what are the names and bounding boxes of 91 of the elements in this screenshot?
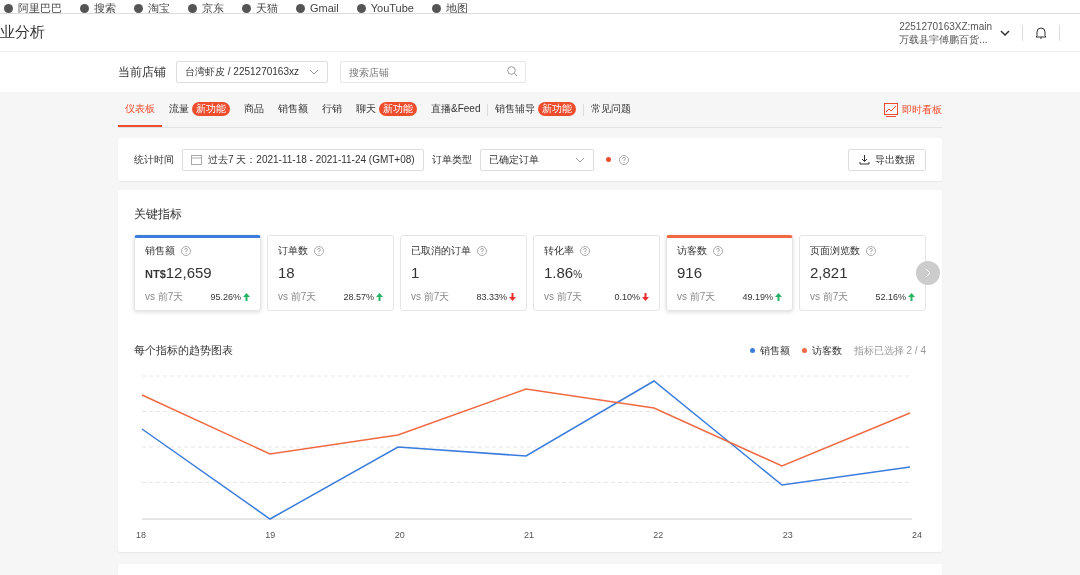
help-icon (713, 246, 723, 256)
order-type-select[interactable]: 已确定订单 (479, 148, 594, 171)
change-value: 28.57% (343, 292, 374, 302)
new-badge: 新功能 (192, 101, 230, 116)
metric-card[interactable]: 访客数 916 vs 前7天 49.19% (666, 235, 793, 311)
change-value: 52.16% (875, 292, 906, 302)
axis-label: 21 (524, 530, 534, 540)
help-icon (314, 246, 324, 256)
compare-label: vs 前7天 (278, 290, 317, 304)
compare-label: vs 前7天 (411, 290, 450, 304)
chevron-right-icon (925, 268, 931, 278)
legend-item: 销售额 (749, 343, 790, 358)
tab[interactable]: 聊天 新功能 (349, 92, 424, 127)
metric-value: 916 (677, 264, 704, 281)
metric-card[interactable]: 销售额 NT$12,659 vs 前7天 95.26% (134, 235, 261, 311)
new-badge: 新功能 (379, 101, 417, 116)
bookmark[interactable]: 天猫 (242, 3, 278, 13)
metric-card[interactable]: 页面浏览数 2,821 vs 前7天 52.16% (799, 235, 926, 311)
tab[interactable]: 常见问题 (584, 92, 639, 127)
section-title: 关键指标 (134, 206, 183, 223)
help-icon (618, 154, 629, 165)
bookmark[interactable]: 地图 (431, 3, 468, 13)
bookmark[interactable]: 京东 (188, 3, 224, 13)
compare-label: vs 前7天 (544, 290, 583, 304)
change-value: 95.26% (210, 292, 241, 302)
metric-label: 销售额 (145, 244, 175, 258)
line-chart-icon (884, 102, 898, 117)
order-type-label: 订单类型 (431, 152, 472, 167)
new-badge: 新功能 (538, 101, 577, 116)
help-icon (477, 246, 487, 256)
bookmark[interactable]: Gmail (296, 3, 339, 13)
bell-icon[interactable] (1035, 26, 1047, 39)
shop-name: 万载县宇傅鹏百货... (899, 32, 989, 46)
download-icon (859, 154, 870, 165)
tab[interactable]: 仪表板 (118, 92, 162, 127)
change-value: 83.33% (476, 292, 507, 302)
metric-value: 18 (278, 264, 296, 281)
axis-label: 22 (653, 530, 664, 540)
search-field[interactable]: 搜索店铺 (340, 61, 526, 83)
metric-card[interactable]: 订单数 18 vs 前7天 28.57% (267, 235, 394, 311)
axis-label: 20 (394, 530, 405, 540)
tab[interactable]: 行销 (315, 92, 349, 127)
axis-label: 23 (782, 530, 793, 540)
tab[interactable]: 销售辅导 新功能 (488, 92, 584, 127)
metric-value: 2,821 (810, 264, 849, 281)
metric-label: 访客数 (677, 244, 707, 258)
metric-label: 已取消的订单 (411, 244, 471, 258)
metric-label: 订单数 (278, 244, 308, 258)
chevron-down-icon (309, 69, 319, 75)
store-select[interactable]: 台湾虾皮 / 2251270163xz (176, 61, 328, 83)
bookmark[interactable]: 阿里巴巴 (4, 3, 62, 13)
compare-label: vs 前7天 (145, 290, 184, 304)
legend-item: 访客数 (801, 343, 842, 358)
metric-value: 1 (411, 264, 421, 281)
selected-count: 指标已选择 2 / 4 (853, 343, 926, 358)
metric-value: NT$12,659 (145, 264, 213, 281)
help-icon (181, 246, 191, 256)
bookmark[interactable]: YouTube (356, 3, 414, 13)
export-button[interactable]: 导出数据 (848, 148, 926, 171)
metric-label: 转化率 (544, 244, 574, 258)
metric-card[interactable]: 已取消的订单 1 vs 前7天 83.33% (400, 235, 527, 311)
metric-label: 页面浏览数 (810, 244, 860, 258)
time-label: 统计时间 (134, 152, 174, 167)
axis-label: 24 (911, 530, 922, 540)
change-value: 0.10% (614, 292, 640, 302)
account-id: 2251270163XZ:main (899, 19, 992, 33)
help-icon (866, 246, 876, 256)
bookmark[interactable]: 搜索 (80, 3, 116, 13)
tab[interactable]: 流量 新功能 (162, 92, 237, 127)
date-range-picker[interactable]: 过去7 天：2021-11-18 - 2021-11-24 (GMT+08) (182, 148, 424, 171)
search-icon (507, 66, 518, 77)
help-icon (580, 246, 590, 256)
axis-label: 18 (136, 530, 146, 540)
compare-label: vs 前7天 (810, 290, 849, 304)
change-value: 49.19% (742, 292, 773, 302)
status-dot-icon (605, 157, 611, 162)
tab[interactable]: 商品 (237, 92, 271, 127)
chevron-down-icon (574, 156, 585, 163)
live-board-link[interactable]: 即时看板 (884, 102, 942, 117)
metric-value: 1.86% (544, 264, 584, 281)
tab[interactable]: 直播&Feed (424, 92, 488, 127)
calendar-icon (191, 154, 202, 165)
chevron-down-icon[interactable] (1000, 29, 1010, 36)
page-title: 业分析 (0, 23, 45, 42)
chart-title: 每个指标的趋势图表 (134, 343, 233, 358)
compare-label: vs 前7天 (677, 290, 716, 304)
axis-label: 19 (265, 530, 276, 540)
bookmark[interactable]: 淘宝 (134, 3, 170, 13)
metric-card[interactable]: 转化率 1.86% vs 前7天 0.10% (533, 235, 660, 311)
store-label: 当前店铺 (118, 63, 166, 81)
tab[interactable]: 销售额 (271, 92, 315, 127)
